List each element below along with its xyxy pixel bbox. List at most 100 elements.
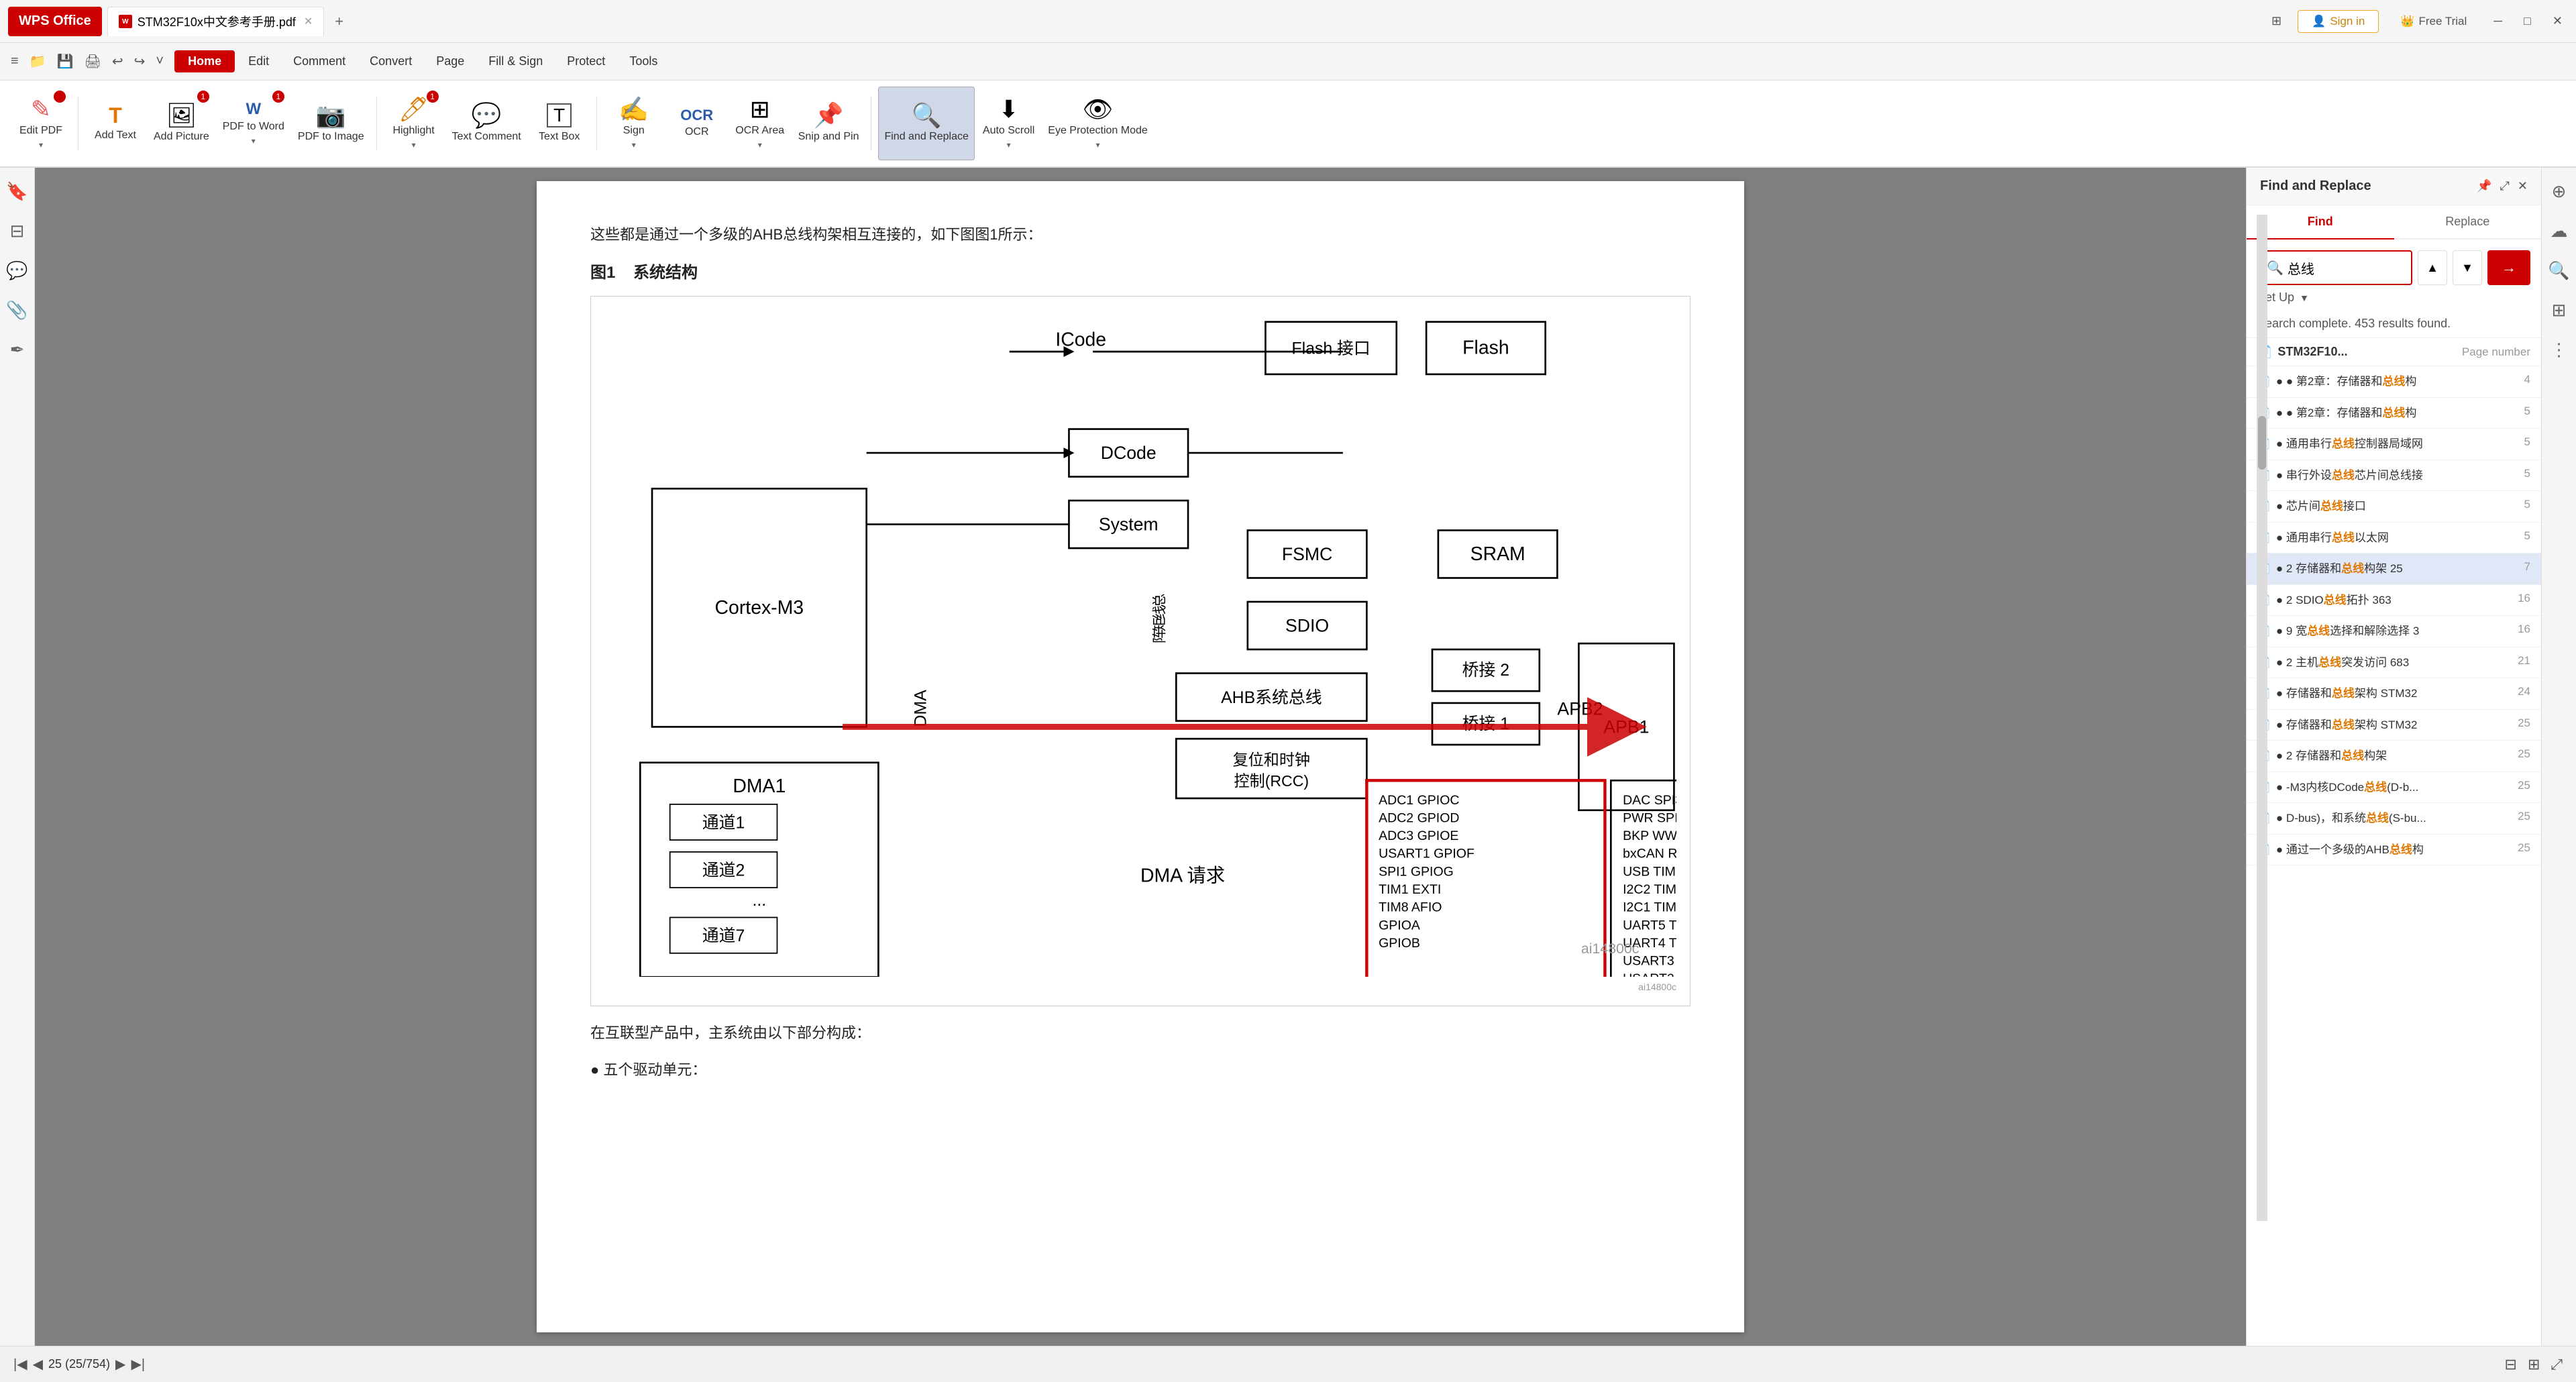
result-item[interactable]: 📄 ● ● 第2章：存储器和总线构 5 [2247, 398, 2541, 429]
tool-find-replace[interactable]: 🔍 Find and Replace [878, 87, 974, 160]
system-diagram: ICode Flash Flash 接口 Cortex-M3 DCode [604, 310, 1676, 977]
thumbnail-icon[interactable]: ⊟ [5, 215, 30, 247]
search-box[interactable]: 🔍 [2257, 250, 2412, 285]
result-item[interactable]: 📄 ● 芯片间总线接口 5 [2247, 491, 2541, 523]
tool-eye-protection[interactable]: 👁 Eye Protection Mode ▾ [1042, 87, 1153, 160]
minimize-button[interactable]: ─ [2488, 11, 2508, 31]
result-item[interactable]: 📄 ● D-bus)，和系统总线(S-bu... 25 [2247, 803, 2541, 835]
tool-ocr[interactable]: OCR OCR [667, 87, 727, 160]
menu-tools[interactable]: Tools [619, 50, 668, 72]
page-first-button[interactable]: |◀ [13, 1356, 28, 1373]
svg-text:通道2: 通道2 [702, 861, 745, 880]
right-sidebar-icon4[interactable]: ⊞ [2546, 295, 2572, 326]
tool-edit-pdf[interactable]: ✎ Edit PDF ▾ [11, 87, 71, 160]
save-icon[interactable]: 💾 [54, 50, 76, 72]
tool-ocr-area[interactable]: ⊞ OCR Area ▾ [730, 87, 790, 160]
menu-convert[interactable]: Convert [359, 50, 423, 72]
svg-text:ICode: ICode [1055, 329, 1106, 350]
result-item[interactable]: 📄 ● 存储器和总线架构 STM32 25 [2247, 710, 2541, 741]
maximize-button[interactable]: □ [2518, 11, 2536, 31]
tab-favicon: W [119, 15, 132, 28]
menu-protect[interactable]: Protect [556, 50, 616, 72]
result-item[interactable]: 📄 ● 通用串行总线控制器局域网 5 [2247, 429, 2541, 460]
svg-text:UART5 TIM4: UART5 TIM4 [1623, 918, 1676, 933]
setup-arrow-icon[interactable]: ▼ [2300, 293, 2309, 303]
close-button[interactable]: ✕ [2547, 11, 2568, 31]
right-sidebar-icon5[interactable]: ⋮ [2545, 334, 2573, 366]
right-sidebar-icon3[interactable]: 🔍 [2542, 255, 2575, 286]
search-input[interactable] [2288, 260, 2403, 276]
free-trial-button[interactable]: 👑 Free Trial [2390, 11, 2477, 32]
layout-icon[interactable]: ⊞ [2266, 11, 2287, 31]
pdf-bottom-text1: 在互联型产品中，主系统由以下部分构成： [590, 1020, 1690, 1047]
new-tab-button[interactable]: + [329, 13, 349, 30]
result-item[interactable]: 📄 ● 9 宽总线选择和解除选择 3 16 [2247, 616, 2541, 647]
tool-text-comment[interactable]: 💬 Text Comment [447, 87, 527, 160]
menu-page[interactable]: Page [425, 50, 475, 72]
result-item[interactable]: 📄 ● 2 主机总线突发访问 683 21 [2247, 647, 2541, 679]
search-prev-button[interactable]: ▲ [2418, 250, 2447, 285]
open-icon[interactable]: 📁 [27, 50, 49, 72]
result-highlight: 总线 [2382, 375, 2405, 388]
tool-add-picture[interactable]: 1 🖼 Add Picture [148, 87, 215, 160]
svg-text:Flash: Flash [1462, 337, 1509, 358]
result-item[interactable]: 📄 ● -M3内核DCode总线(D-b... 25 [2247, 772, 2541, 804]
right-sidebar-icon1[interactable]: ⊕ [2546, 176, 2572, 207]
menu-comment[interactable]: Comment [282, 50, 356, 72]
tab-close-icon[interactable]: ✕ [304, 15, 313, 28]
result-highlight: 总线 [2382, 407, 2405, 419]
menu-icon-group: ≡ 📁 💾 🖨 ↩ ↪ ˅ [8, 50, 166, 72]
tool-snip-pin[interactable]: 📌 Snip and Pin [793, 87, 865, 160]
menubar: ≡ 📁 💾 🖨 ↩ ↪ ˅ Home Edit Comment Convert … [0, 43, 2576, 81]
right-sidebar-icon2[interactable]: ☁ [2545, 215, 2573, 247]
tool-sign[interactable]: ✍ Sign ▾ [604, 87, 664, 160]
result-item[interactable]: 📄 ● 2 存储器和总线构架 25 [2247, 741, 2541, 772]
add-text-label: Add Text [95, 129, 136, 142]
search-go-button[interactable]: → [2487, 250, 2530, 285]
tool-auto-scroll[interactable]: ⬇ Auto Scroll ▾ [977, 87, 1040, 160]
menu-fill-sign[interactable]: Fill & Sign [478, 50, 553, 72]
bookmark-icon[interactable]: 🔖 [1, 176, 33, 207]
tab-find[interactable]: Find [2247, 205, 2394, 240]
menu-home[interactable]: Home [174, 50, 235, 72]
tool-text-box[interactable]: T Text Box [529, 87, 590, 160]
result-item[interactable]: 📄 ● 2 SDIO总线拓扑 363 16 [2247, 585, 2541, 617]
result-text: ● 2 主机总线突发访问 683 [2276, 654, 2505, 672]
svg-text:DAC SPI3/I2S: DAC SPI3/I2S [1623, 792, 1676, 807]
page-next-button[interactable]: ▶ [115, 1356, 125, 1373]
tool-highlight[interactable]: 1 🖊 Highlight ▾ [384, 87, 444, 160]
result-page: 5 [2510, 529, 2530, 543]
page-last-button[interactable]: ▶| [131, 1356, 145, 1373]
status-zoom-icon[interactable]: ⊞ [2528, 1356, 2540, 1373]
redo-icon[interactable]: ↪ [131, 50, 148, 72]
result-item[interactable]: 📄 ● 2 存储器和总线构架 25 7 [2247, 553, 2541, 585]
undo-icon[interactable]: ↩ [109, 50, 126, 72]
tool-add-text[interactable]: T Add Text [85, 87, 146, 160]
menu-edit[interactable]: Edit [237, 50, 280, 72]
signature-sidebar-icon[interactable]: ✒ [5, 334, 30, 366]
attachment-icon[interactable]: 📎 [1, 295, 33, 326]
status-fullscreen-icon[interactable]: ⤢ [2551, 1356, 2563, 1373]
print-icon[interactable]: 🖨 [81, 50, 103, 72]
panel-close-icon[interactable]: ✕ [2518, 179, 2528, 193]
add-picture-label: Add Picture [154, 130, 209, 143]
result-item[interactable]: 📄 ● 串行外设总线芯片间总线接 5 [2247, 460, 2541, 492]
tool-pdf-to-word[interactable]: 1 W PDF to Word ▾ [217, 87, 290, 160]
result-item[interactable]: 📄 ● 存储器和总线架构 STM32 24 [2247, 678, 2541, 710]
tool-pdf-to-image[interactable]: 📷 PDF to Image [292, 87, 370, 160]
status-fit-page-icon[interactable]: ⊟ [2505, 1356, 2517, 1373]
panel-pin-icon[interactable]: 📌 [2477, 179, 2491, 193]
pdf-tab[interactable]: W STM32F10x中文参考手册.pdf ✕ [107, 7, 324, 36]
comment-sidebar-icon[interactable]: 💬 [1, 255, 33, 286]
result-item[interactable]: 📄 ● 通过一个多级的AHB总线构 25 [2247, 835, 2541, 866]
wps-office-button[interactable]: WPS Office [8, 7, 102, 36]
result-item[interactable]: 📄 ● 通用串行总线以太网 5 [2247, 523, 2541, 554]
search-next-button[interactable]: ▼ [2453, 250, 2482, 285]
more-icon[interactable]: ˅ [153, 51, 166, 72]
panel-expand-icon[interactable]: ⤢ [2500, 179, 2510, 193]
sign-in-button[interactable]: 👤 Sign in [2298, 10, 2379, 33]
menu-icon[interactable]: ≡ [8, 51, 21, 72]
page-prev-button[interactable]: ◀ [33, 1356, 43, 1373]
tab-replace[interactable]: Replace [2394, 205, 2542, 240]
result-item[interactable]: 📄 ● ● 第2章：存储器和总线构 4 [2247, 366, 2541, 398]
